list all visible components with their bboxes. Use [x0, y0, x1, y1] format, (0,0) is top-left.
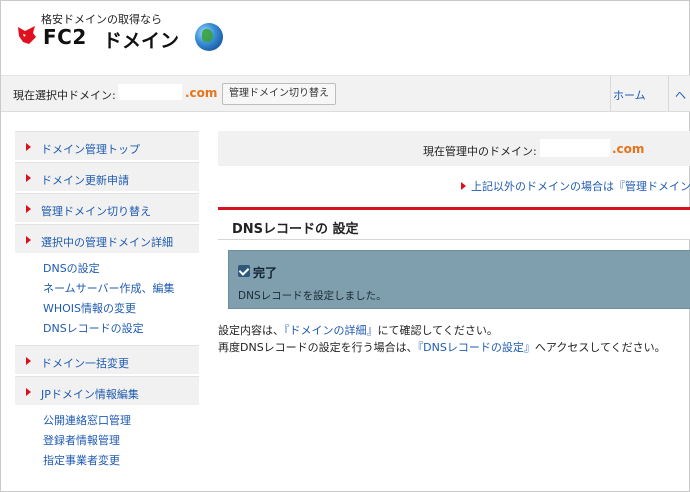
sidebar-item-label: ドメイン更新申請	[41, 174, 129, 187]
sidebar-item-label: 選択中の管理ドメイン詳細	[41, 236, 173, 249]
sidebar-link-dns-settings[interactable]: DNSの設定	[43, 259, 199, 279]
triangle-bullet-icon	[461, 182, 466, 190]
triangle-bullet-icon	[26, 236, 31, 244]
divider	[218, 239, 690, 240]
alert-title: 完了	[253, 266, 278, 280]
sidebar-link-public-contact[interactable]: 公開連絡窓口管理	[43, 411, 199, 431]
triangle-bullet-icon	[26, 143, 31, 151]
logo-brand: FC2	[43, 25, 87, 49]
current-domain-panel: 現在管理中のドメイン: .com	[218, 131, 690, 166]
sidebar-link-whois[interactable]: WHOIS情報の変更	[43, 299, 199, 319]
info-line-1: 設定内容は、『ドメインの詳細』にて確認してください。	[218, 324, 498, 337]
triangle-bullet-icon	[26, 174, 31, 182]
nav-home-link[interactable]: ホーム	[613, 87, 646, 103]
selected-domain-bar: 現在選択中ドメイン: .com 管理ドメイン切り替え ホーム ヘ	[1, 75, 690, 112]
triangle-bullet-icon	[26, 205, 31, 213]
alert-message: DNSレコードを設定しました。	[238, 290, 387, 302]
switch-domain-button[interactable]: 管理ドメイン切り替え	[222, 83, 336, 105]
checkbox-checked-icon	[238, 265, 250, 277]
dns-record-settings-link[interactable]: 『DNSレコードの設定』	[418, 341, 535, 354]
selected-domain-label: 現在選択中ドメイン:	[13, 89, 116, 102]
domain-details-link[interactable]: 『ドメインの詳細』	[284, 324, 378, 337]
sidebar-item-jp-domain[interactable]: JPドメイン情報編集	[15, 376, 199, 406]
fc2-fox-icon	[18, 26, 36, 44]
sidebar-item-bulk-change[interactable]: ドメイン一括変更	[15, 345, 199, 375]
selected-domain-tld: .com	[185, 86, 218, 100]
nav-divider	[668, 76, 669, 111]
triangle-bullet-icon	[26, 388, 31, 396]
sidebar-item-domain-top[interactable]: ドメイン管理トップ	[15, 131, 199, 161]
nav-help-link[interactable]: ヘ	[675, 87, 686, 103]
sidebar: ドメイン管理トップ ドメイン更新申請 管理ドメイン切り替え 選択中の管理ドメイン…	[15, 131, 199, 477]
sidebar-link-designated-agent[interactable]: 指定事業者変更	[43, 451, 199, 471]
triangle-bullet-icon	[26, 357, 31, 365]
sidebar-item-label: ドメイン管理トップ	[41, 143, 140, 156]
sidebar-item-label: 管理ドメイン切り替え	[41, 205, 151, 218]
current-domain-label: 現在管理中のドメイン:	[423, 145, 537, 158]
other-domain-link-text: 上記以外のドメインの場合は『管理ドメイン切	[471, 180, 690, 193]
sidebar-item-switch-domain[interactable]: 管理ドメイン切り替え	[15, 193, 199, 223]
sidebar-item-label: ドメイン一括変更	[41, 357, 129, 370]
sidebar-link-dns-record[interactable]: DNSレコードの設定	[43, 319, 199, 339]
sidebar-item-domain-details[interactable]: 選択中の管理ドメイン詳細	[15, 224, 199, 254]
page-title: DNSレコードの 設定	[232, 222, 359, 237]
current-domain-name-redacted	[540, 139, 610, 157]
current-domain-tld: .com	[612, 142, 645, 156]
sidebar-sub-links: DNSの設定 ネームサーバー作成、編集 WHOIS情報の変更 DNSレコードの設…	[15, 255, 199, 345]
info-line-2: 再度DNSレコードの設定を行う場合は、『DNSレコードの設定』へアクセスしてくだ…	[218, 341, 666, 354]
fc2-domain-logo[interactable]: 格安ドメインの取得なら FC2 ドメイン	[15, 11, 315, 61]
nav-divider	[610, 76, 611, 111]
selected-domain-name-redacted	[118, 84, 182, 100]
globe-icon	[195, 23, 223, 51]
success-alert: 完了 DNSレコードを設定しました。	[228, 250, 690, 309]
sidebar-item-label: JPドメイン情報編集	[41, 388, 139, 401]
sidebar-item-renewal[interactable]: ドメイン更新申請	[15, 162, 199, 192]
sidebar-link-nameserver[interactable]: ネームサーバー作成、編集	[43, 279, 199, 299]
sidebar-sub-links: 公開連絡窓口管理 登録者情報管理 指定事業者変更	[15, 407, 199, 477]
sidebar-link-registrant[interactable]: 登録者情報管理	[43, 431, 199, 451]
logo-brand-suffix: ドメイン	[103, 30, 180, 52]
section-header: DNSレコードの 設定	[218, 207, 690, 240]
info-text: 設定内容は、『ドメインの詳細』にて確認してください。 再度DNSレコードの設定を…	[218, 322, 666, 356]
other-domain-link[interactable]: 上記以外のドメインの場合は『管理ドメイン切	[461, 178, 690, 194]
